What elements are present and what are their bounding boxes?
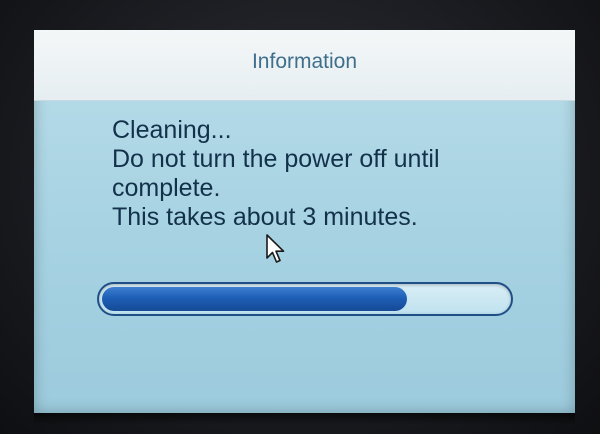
message-line-status: Cleaning... xyxy=(112,116,232,144)
cleaning-progress-bar xyxy=(97,282,513,316)
lcd-screen: Information Cleaning... Do not turn the … xyxy=(34,30,575,413)
message-line-duration: This takes about 3 minutes. xyxy=(112,203,418,231)
arrow-pointer-icon xyxy=(266,234,285,263)
bezel-lower-edge xyxy=(34,413,575,425)
dialog-title-bar: Information xyxy=(34,30,575,101)
dialog-title: Information xyxy=(251,50,358,73)
message-line-warning-cont: complete. xyxy=(112,174,221,202)
progress-bar-fill xyxy=(102,287,407,311)
message-line-warning: Do not turn the power off until xyxy=(112,145,440,173)
dialog-message: Cleaning... Do not turn the power off un… xyxy=(112,116,552,232)
